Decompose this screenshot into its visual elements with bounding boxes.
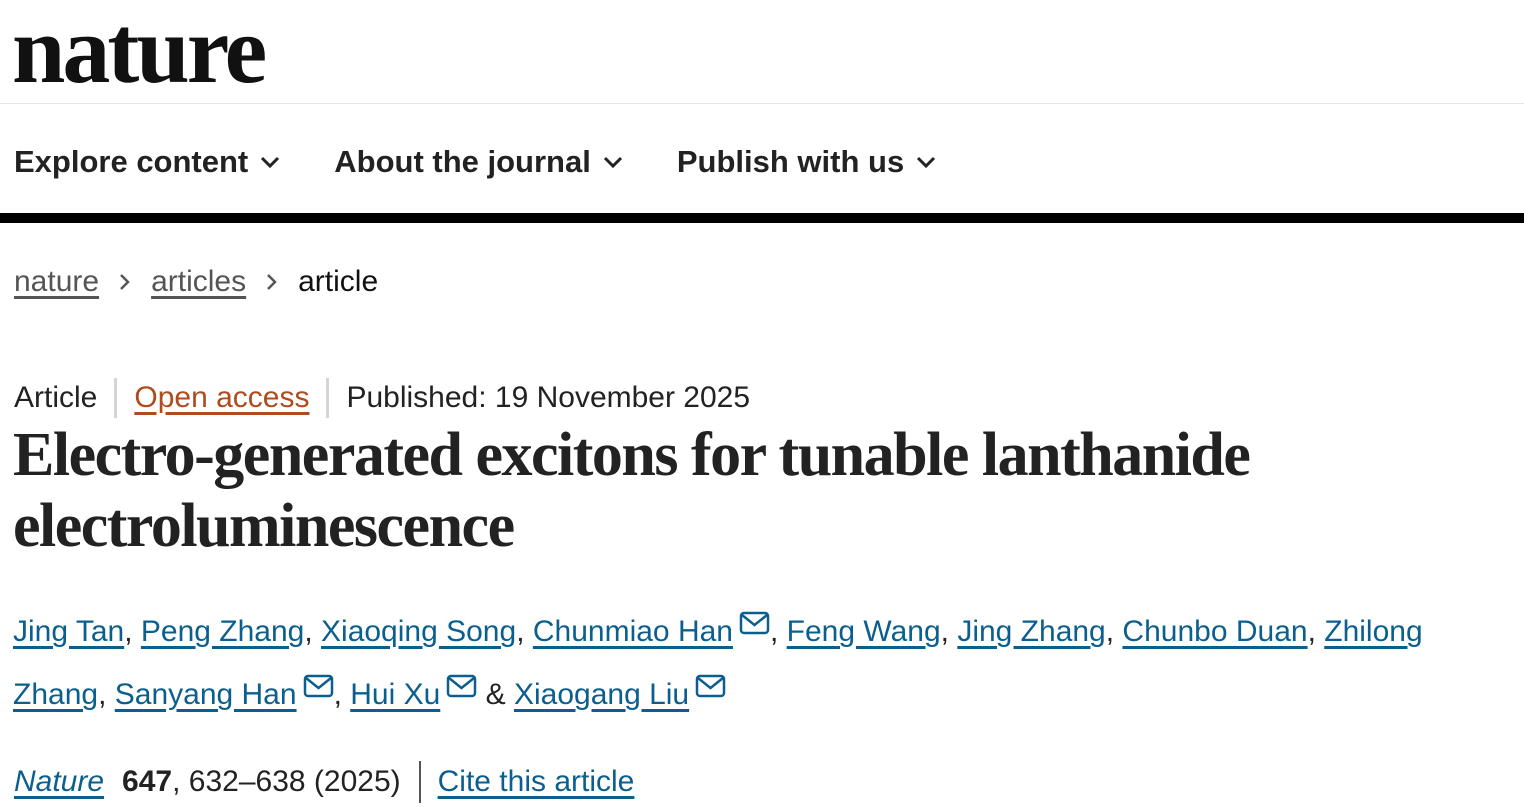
author-link[interactable]: Sanyang Han — [115, 678, 297, 711]
title-line-1: Electro-generated excitons for tunable l… — [13, 421, 1251, 489]
author-separator: , — [940, 615, 958, 648]
journal-link[interactable]: Nature — [14, 765, 104, 799]
author-separator: , — [98, 678, 115, 711]
author-list: Jing Tan, Peng Zhang, Xiaoqing Song, Chu… — [13, 600, 1513, 726]
main-nav: Explore content About the journal Publis… — [14, 140, 990, 184]
title-line-2: electroluminescence — [13, 492, 515, 560]
nature-logo[interactable]: nature — [12, 0, 267, 100]
author-link[interactable]: Chunbo Duan — [1122, 615, 1307, 648]
breadcrumb-link-articles[interactable]: articles — [151, 265, 246, 299]
author-link[interactable]: Jing Zhang — [957, 615, 1105, 648]
author-link[interactable]: Hui Xu — [350, 678, 440, 711]
author-link[interactable]: Chunmiao Han — [533, 615, 733, 648]
chevron-right-icon — [119, 273, 131, 291]
breadcrumb: nature articles article — [14, 265, 378, 299]
article-meta: Article Open access Published: 19 Novemb… — [14, 378, 750, 418]
chevron-right-icon — [266, 273, 278, 291]
author-separator: , — [769, 615, 787, 648]
cite-this-article-link[interactable]: Cite this article — [438, 765, 635, 799]
meta-divider — [326, 378, 330, 418]
author-separator: & — [477, 678, 514, 711]
header-divider — [0, 103, 1524, 104]
breadcrumb-current: article — [298, 265, 379, 298]
author-link[interactable]: Jing Tan — [13, 615, 124, 648]
author-link[interactable]: Xiaoqing Song — [321, 615, 516, 648]
volume: 647 — [122, 765, 173, 798]
email-icon[interactable] — [303, 674, 334, 698]
breadcrumb-link-nature[interactable]: nature — [14, 265, 99, 299]
email-icon[interactable] — [695, 674, 726, 698]
meta-divider — [114, 378, 118, 418]
pages-year: , 632–638 (2025) — [172, 765, 401, 798]
email-icon[interactable] — [446, 674, 477, 698]
nav-label: About the journal — [334, 144, 591, 179]
nav-explore-content[interactable]: Explore content — [14, 144, 280, 180]
author-link[interactable]: Peng Zhang — [141, 615, 304, 648]
author-separator: , — [1105, 615, 1123, 648]
article-type: Article — [14, 381, 98, 414]
email-icon[interactable] — [739, 611, 770, 635]
author-separator: , — [1307, 615, 1325, 648]
nav-about-journal[interactable]: About the journal — [334, 144, 623, 180]
chevron-down-icon — [261, 156, 280, 169]
nav-publish-with-us[interactable]: Publish with us — [677, 144, 936, 180]
nav-divider — [0, 213, 1524, 223]
author-separator: , — [333, 678, 351, 711]
nav-label: Publish with us — [676, 144, 905, 179]
nav-label: Explore content — [14, 144, 249, 179]
published-date: Published: 19 November 2025 — [346, 381, 751, 414]
author-link[interactable]: Xiaogang Liu — [514, 678, 689, 711]
chevron-down-icon — [603, 156, 622, 169]
author-separator: , — [516, 615, 533, 648]
author-separator: , — [304, 615, 322, 648]
article-title: Electro-generated excitons for tunable l… — [13, 420, 1513, 562]
open-access-link[interactable]: Open access — [134, 381, 309, 415]
chevron-down-icon — [917, 156, 936, 169]
citation-divider — [418, 761, 421, 803]
citation: Nature 647 , 632–638 (2025) Cite this ar… — [14, 761, 634, 803]
author-link[interactable]: Feng Wang — [787, 615, 941, 648]
author-separator: , — [124, 615, 141, 648]
